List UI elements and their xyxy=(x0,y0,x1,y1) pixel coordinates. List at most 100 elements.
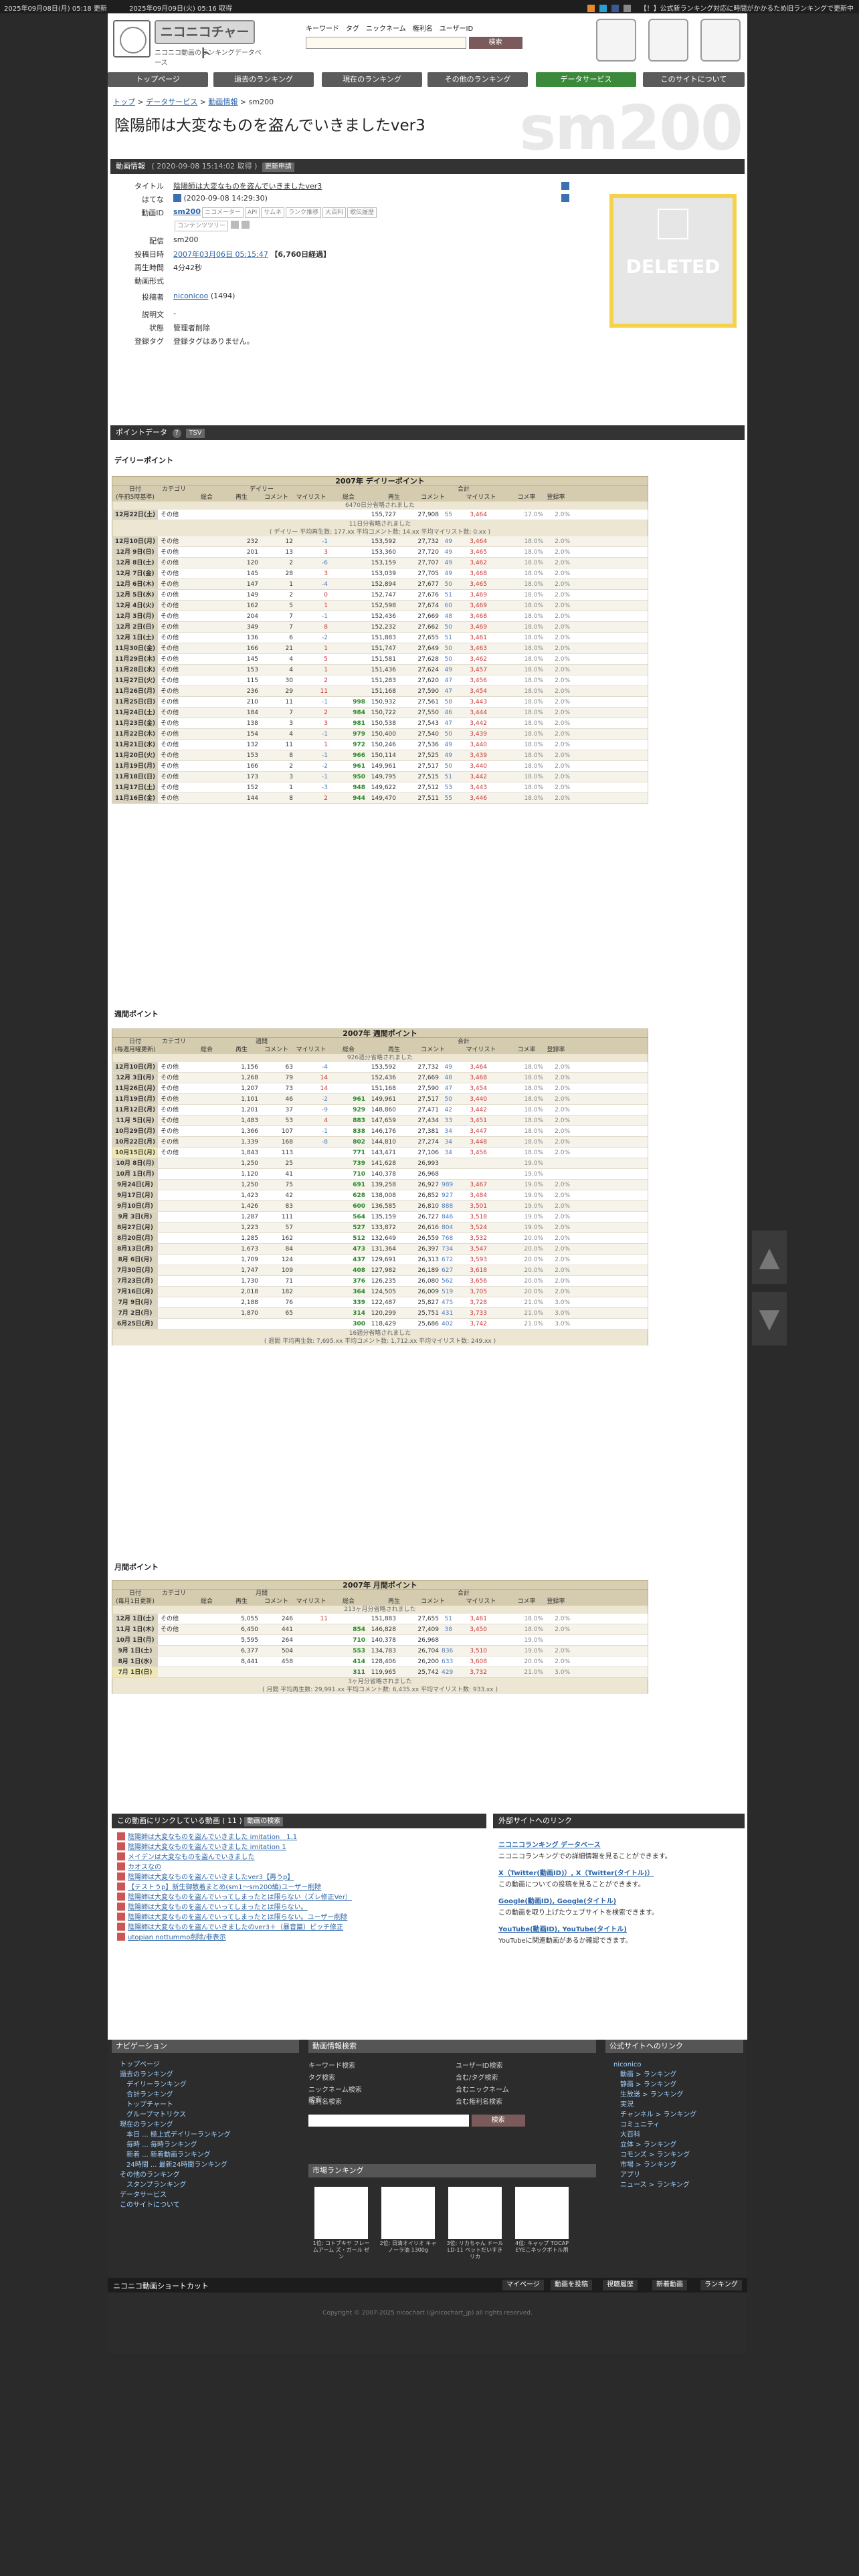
column-header[interactable]: コメント xyxy=(417,1598,448,1606)
row-date[interactable]: 11月20日(火) xyxy=(112,750,158,760)
footer-search-link[interactable]: キーワード検索 xyxy=(308,2060,456,2070)
footer-nav-item[interactable]: 毎時 ... 毎時ランキング xyxy=(120,2140,294,2150)
twitter-icon[interactable] xyxy=(599,5,607,12)
bookmark-icon[interactable] xyxy=(242,221,250,229)
row-date[interactable]: 12月10日(月) xyxy=(112,536,158,546)
post-date-link[interactable]: 2007年03月06日 05:15:47 xyxy=(173,250,268,259)
official-link[interactable]: 立体 > ランキング xyxy=(613,2140,741,2150)
poster-link[interactable]: niconicoo xyxy=(173,292,208,300)
row-date[interactable]: 10月15日(月) xyxy=(112,1148,158,1158)
shortcut-button[interactable]: 新着動画 xyxy=(652,2280,687,2290)
row-date[interactable]: 11月26日(月) xyxy=(112,686,158,696)
row-date[interactable]: 12月22日(土) xyxy=(112,510,158,520)
column-header[interactable]: マイリスト xyxy=(296,1046,326,1054)
footer-search-link[interactable]: ニックネーム検索 xyxy=(308,2084,456,2094)
row-date[interactable]: 7月30日(月) xyxy=(112,1265,158,1275)
footer-nav-item[interactable]: その他のランキング xyxy=(120,2170,294,2180)
row-date[interactable]: 11月26日(月) xyxy=(112,1083,158,1093)
official-link[interactable]: 動画 > ランキング xyxy=(613,2070,741,2080)
footer-nav-item[interactable]: 新着 ... 新着動画ランキング xyxy=(120,2150,294,2160)
footer-nav-item[interactable]: トップページ xyxy=(120,2060,294,2070)
id-link-pill[interactable]: API xyxy=(245,207,260,218)
official-link[interactable]: ニュース > ランキング xyxy=(613,2180,741,2190)
linked-video-link[interactable]: 【テストうp】新生御散着まとめ(sm1～sm200編)ユーザー削除 xyxy=(128,1884,321,1891)
footer-nav-item[interactable]: デイリーランキング xyxy=(120,2080,294,2090)
row-date[interactable]: 11月19日(月) xyxy=(112,761,158,771)
row-date[interactable]: 11月18日(日) xyxy=(112,772,158,782)
nav-item[interactable]: その他のランキング xyxy=(427,72,528,87)
breadcrumb-item[interactable]: トップ xyxy=(113,98,135,106)
row-date[interactable]: 10月 8日(月) xyxy=(112,1158,158,1168)
id-link-pill[interactable]: ランク推移 xyxy=(286,207,322,218)
id-link-pill[interactable]: 歌伝履歴 xyxy=(347,207,377,218)
nav-item[interactable]: このサイトについて xyxy=(643,72,745,87)
footer-search-input[interactable] xyxy=(308,2115,469,2127)
row-date[interactable]: 8月 6日(月) xyxy=(112,1255,158,1265)
breadcrumb-item[interactable]: データサービス xyxy=(146,98,197,106)
id-link-pill[interactable]: 大百科 xyxy=(322,207,347,218)
market-product[interactable]: 3位: リカちゃん ドール LD-11 ペットだいすき リカ xyxy=(446,2187,504,2260)
row-date[interactable]: 10月 1日(月) xyxy=(112,1635,158,1645)
video-id-link[interactable]: sm200 xyxy=(173,207,201,216)
footer-nav-item[interactable]: 24時間 ... 最新24時間ランキング xyxy=(120,2160,294,2170)
linked-video-link[interactable]: 陰陽師は大変なものを盗んでいってしまったとは限らない（ズレ修正Ver） xyxy=(128,1894,352,1901)
official-link[interactable]: コモンズ > ランキング xyxy=(613,2150,741,2160)
row-date[interactable]: 7月 9日(月) xyxy=(112,1297,158,1307)
title-link[interactable]: 陰陽師は大変なものを盗んでいきましたver3 xyxy=(173,181,322,191)
official-link[interactable]: 実況 xyxy=(613,2100,741,2110)
row-date[interactable]: 9月24日(月) xyxy=(112,1180,158,1190)
column-header[interactable]: マイリスト xyxy=(452,1598,510,1606)
row-date[interactable]: 6月25日(月) xyxy=(112,1319,158,1329)
column-header[interactable]: 再生 xyxy=(379,1046,409,1054)
column-header[interactable]: 再生 xyxy=(379,494,409,502)
row-date[interactable]: 11月21日(水) xyxy=(112,740,158,750)
market-product[interactable]: 2位: 日清オイリオ キャノーラ油 1300g xyxy=(379,2187,437,2254)
market-product[interactable]: 1位: コトブキヤ フレームアーム ズ・ガール ゼン xyxy=(312,2187,370,2260)
column-header[interactable]: 登録率 xyxy=(541,494,571,502)
column-header[interactable]: マイリスト xyxy=(296,1598,326,1606)
column-header[interactable]: 総合 xyxy=(191,494,222,502)
footer-nav-item[interactable]: グループマトリクス xyxy=(120,2110,294,2120)
row-date[interactable]: 11月17日(土) xyxy=(112,782,158,792)
footer-nav-item[interactable]: スタンプランキング xyxy=(120,2180,294,2190)
row-date[interactable]: 12月 5日(水) xyxy=(112,590,158,600)
linked-video-link[interactable]: 陰陽師は大変なものを盗んでいきました imitation 1.1 xyxy=(128,1834,297,1841)
footer-search-link[interactable]: 含む権利名検索 xyxy=(456,2099,502,2106)
row-date[interactable]: 8月 1日(水) xyxy=(112,1656,158,1667)
official-link[interactable]: 生放送 > ランキング xyxy=(613,2090,741,2100)
footer-search-link[interactable]: ユーザーID検索 xyxy=(456,2062,502,2070)
row-date[interactable]: 11月 5日(月) xyxy=(112,1115,158,1125)
search-button[interactable]: 検索 xyxy=(468,37,522,49)
column-header[interactable]: 総合 xyxy=(333,1598,364,1606)
footer-search-link[interactable]: 権利名検索 xyxy=(308,2096,456,2106)
footer-search-button[interactable]: 検索 xyxy=(471,2115,525,2127)
column-header[interactable]: 総合 xyxy=(333,494,364,502)
scroll-up-icon[interactable]: ▲ xyxy=(752,1230,787,1284)
official-link[interactable]: 市場 > ランキング xyxy=(613,2160,741,2170)
row-date[interactable]: 8月27日(月) xyxy=(112,1222,158,1232)
search-tab[interactable]: タグ xyxy=(346,25,359,33)
row-date[interactable]: 8月20日(月) xyxy=(112,1233,158,1243)
search-tab[interactable]: ニックネーム xyxy=(366,25,406,33)
share-icon[interactable] xyxy=(559,194,569,203)
column-header[interactable]: コメント xyxy=(417,494,448,502)
row-date[interactable]: 9月17日(月) xyxy=(112,1190,158,1200)
video-search-button[interactable]: 動画の検索 xyxy=(244,1817,284,1826)
linked-video-link[interactable]: メイデンは大変なものを盗んでいきました xyxy=(128,1854,255,1861)
column-header[interactable]: 総合 xyxy=(191,1046,222,1054)
search-tab[interactable]: 権利名 xyxy=(413,25,433,33)
row-date[interactable]: 12月 6日(木) xyxy=(112,579,158,589)
social-icon[interactable] xyxy=(611,5,619,12)
footer-nav-item[interactable]: 現在のランキング xyxy=(120,2120,294,2130)
column-header[interactable]: 登録率 xyxy=(541,1598,571,1606)
column-header[interactable]: コメ率 xyxy=(511,494,542,502)
breadcrumb-item[interactable]: 動画情報 xyxy=(208,98,237,106)
row-date[interactable]: 11月29日(木) xyxy=(112,654,158,664)
row-date[interactable]: 12月 8日(土) xyxy=(112,558,158,568)
row-date[interactable]: 10月22日(月) xyxy=(112,1137,158,1147)
column-header[interactable]: 総合 xyxy=(333,1046,364,1054)
row-date[interactable]: 11月24日(土) xyxy=(112,708,158,718)
shortcut-button[interactable]: ランキング xyxy=(700,2280,742,2290)
row-date[interactable]: 10月29日(月) xyxy=(112,1126,158,1136)
notice-text[interactable]: 【！】公式新ランキング対応に時間がかかるため旧ランキングで更新中 xyxy=(640,5,854,13)
